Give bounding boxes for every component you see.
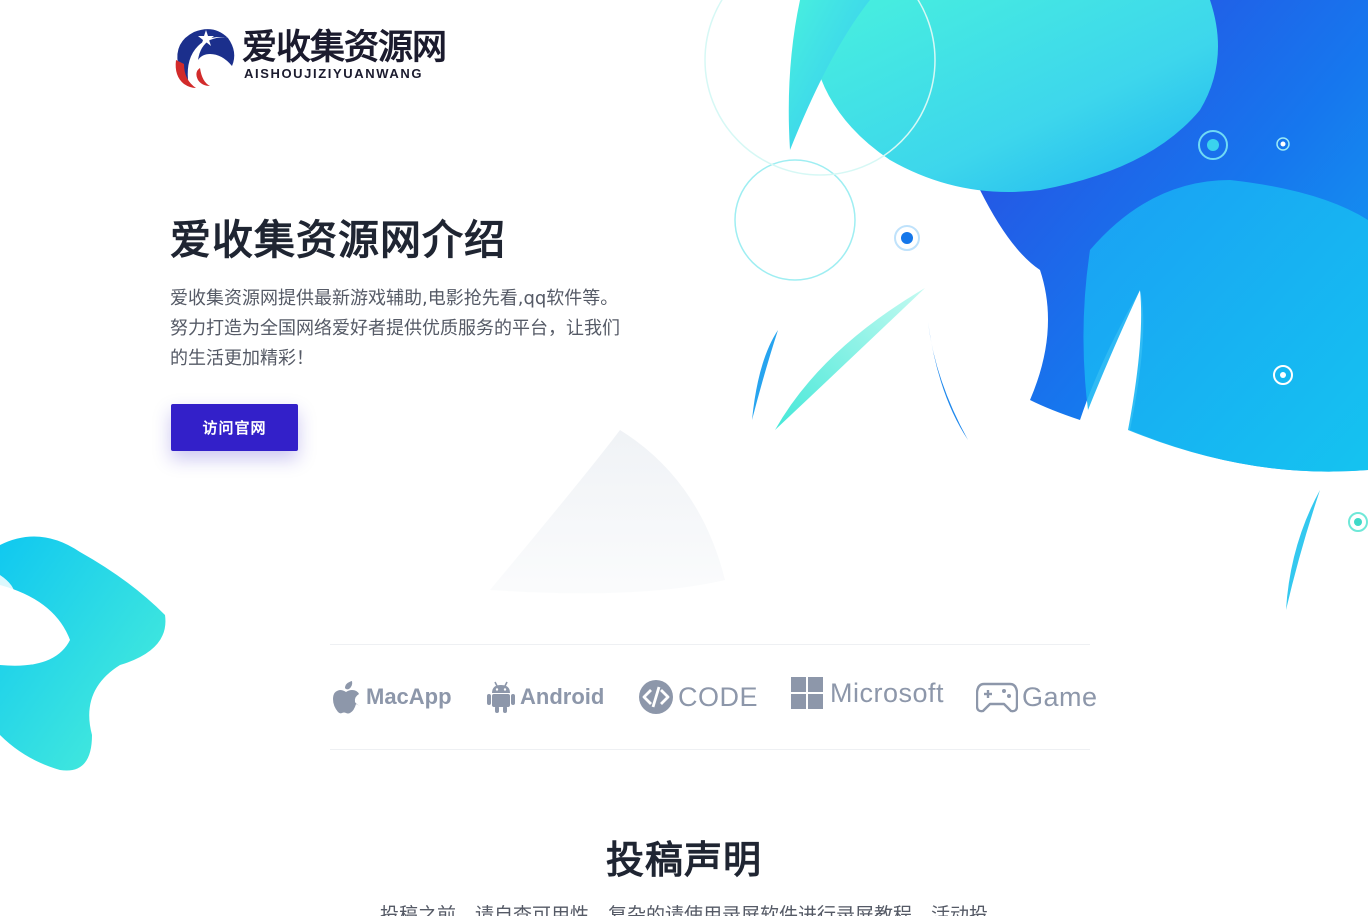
background-decoration — [0, 0, 1368, 771]
platform-code[interactable]: CODE — [638, 675, 758, 719]
platform-label: Game — [1022, 681, 1098, 712]
platform-label: MacApp — [366, 684, 452, 709]
android-icon — [487, 681, 515, 713]
platform-label: Android — [520, 684, 605, 709]
platform-microsoft[interactable]: Microsoft — [790, 671, 944, 715]
page: 爱收集资源网 AISHOUJIZIYUANWANG 爱收集资源网介绍 爱收集资源… — [0, 0, 1368, 916]
site-logo[interactable]: 爱收集资源网 AISHOUJIZIYUANWANG — [170, 24, 470, 90]
platform-strip: MacApp Android CODE Microsoft Game — [330, 644, 1097, 750]
logo-title: 爱收集资源网 — [242, 28, 447, 68]
visit-site-button[interactable]: 访问官网 — [171, 404, 298, 451]
cyan-blob-shape — [812, 0, 1218, 192]
apple-icon — [333, 681, 360, 714]
logo-subtitle: AISHOUJIZIYUANWANG — [244, 66, 424, 81]
section-title: 投稿声明 — [605, 838, 762, 882]
blue-blob-shape — [977, 0, 1368, 472]
hero-title: 爱收集资源网介绍 — [170, 216, 506, 264]
platform-label: CODE — [678, 681, 759, 712]
gamepad-icon — [976, 682, 1018, 713]
globe-star-logo-icon — [175, 29, 235, 88]
grey-fin-shape — [490, 430, 725, 594]
cyan-spike-shape — [788, 0, 870, 150]
platform-android[interactable]: Android — [486, 675, 604, 719]
leaf-swoosh-shape — [775, 288, 925, 430]
code-icon — [639, 680, 673, 714]
platform-game[interactable]: Game — [976, 675, 1098, 719]
section-description: 投稿之前，请自查可用性，复杂的请使用录屏软件进行录屏教程，活动投 — [379, 904, 988, 916]
platform-macapp[interactable]: MacApp — [332, 675, 452, 719]
sky-blob-shape — [1083, 180, 1368, 472]
windows-icon — [791, 677, 823, 709]
hero-description: 爱收集资源网提供最新游戏辅助,电影抢先看,qq软件等。努力打造为全国网络爱好者提… — [170, 288, 620, 369]
platform-label: Microsoft — [830, 677, 945, 708]
left-blob-shape — [0, 536, 166, 771]
